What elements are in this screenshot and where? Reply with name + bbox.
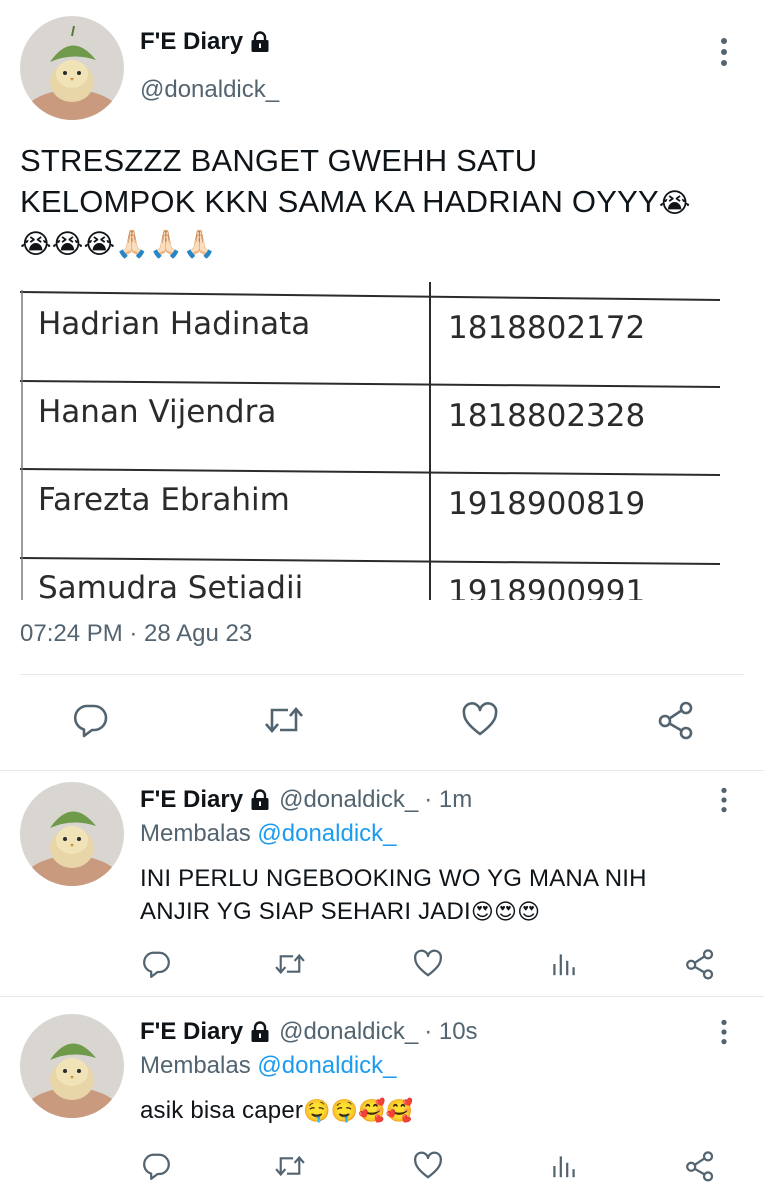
table-cell-number: 1818802172 — [448, 310, 645, 346]
reply-icon — [143, 951, 170, 978]
table-cell-number: 1918900991 — [448, 574, 645, 600]
more-icon[interactable] — [714, 36, 734, 68]
lock-icon — [249, 31, 271, 53]
author-name-row[interactable]: F'E Diary @donaldick_ · 10s — [140, 1018, 478, 1046]
reply-text-line: ANJIR YG SIAP SEHARI JADI😍😍😍 — [140, 895, 740, 928]
tweet-image[interactable]: Hadrian Hadinata 1818802172 Hanan Vijendra… — [20, 282, 720, 600]
analytics-button[interactable] — [546, 946, 582, 982]
table-cell-name: Samudra Setiadii — [38, 570, 303, 600]
avatar[interactable] — [20, 1014, 124, 1118]
replying-to-link[interactable]: @donaldick_ — [257, 1052, 396, 1079]
table-cell-name: Hadrian Hadinata — [38, 306, 310, 342]
reply-text: asik bisa caper🤤🤤🥰🥰 — [140, 1094, 740, 1127]
author-name-row[interactable]: F'E Diary @donaldick_ · 1m — [140, 786, 472, 814]
display-name[interactable]: F'E Diary — [140, 1018, 243, 1046]
analytics-icon — [553, 954, 575, 976]
reply-button[interactable] — [138, 1148, 174, 1184]
main-tweet: F'E Diary @donaldick_ STRESZZZ BANGET GW… — [0, 0, 764, 770]
tweet-text: STRESZZZ BANGET GWEHH SATU KELOMPOK KKN … — [20, 140, 750, 265]
tweet-text-line: STRESZZZ BANGET GWEHH SATU — [20, 143, 538, 178]
table-cell-number: 1918900819 — [448, 486, 645, 522]
like-icon — [462, 702, 498, 736]
avatar-image — [20, 1014, 124, 1118]
reply-text-line: asik bisa caper🤤🤤🥰🥰 — [140, 1094, 740, 1127]
share-button[interactable] — [682, 1148, 718, 1184]
table-cell-name: Farezta Ebrahim — [38, 482, 290, 518]
tweet-text-line-words: KELOMPOK KKN SAMA KA HADRIAN OYYY — [20, 184, 659, 219]
reply-time[interactable]: · 10s — [424, 1018, 477, 1046]
share-icon — [658, 701, 693, 740]
retweet-button[interactable] — [270, 946, 310, 982]
retweet-icon — [275, 953, 305, 975]
author-handle[interactable]: @donaldick_ — [140, 76, 279, 104]
reply-text-line-words: asik bisa caper — [140, 1097, 304, 1124]
share-icon — [686, 1151, 714, 1182]
like-button[interactable] — [456, 698, 504, 742]
table-cell-name: Hanan Vijendra — [38, 394, 276, 430]
reply-icon — [73, 704, 108, 738]
tweet-timestamp[interactable]: 07:24 PM · 28 Agu 23 — [20, 620, 252, 648]
divider — [0, 770, 764, 771]
reply-icon — [143, 1153, 170, 1180]
avatar-image — [20, 782, 124, 886]
author-name-row[interactable]: F'E Diary — [140, 28, 271, 56]
replying-to-link[interactable]: @donaldick_ — [257, 820, 396, 847]
like-button[interactable] — [410, 1148, 446, 1184]
replying-to-prefix: Membalas — [140, 1052, 251, 1079]
tweet-emoji-row: 😭😭😭🙏🏻🙏🏻🙏🏻 — [20, 229, 217, 259]
reply-text-line: INI PERLU NGEBOOKING WO YG MANA NIH — [140, 865, 647, 892]
avatar[interactable] — [20, 16, 124, 120]
analytics-icon — [553, 1156, 575, 1178]
share-icon — [686, 949, 714, 980]
reply-button[interactable] — [138, 946, 174, 982]
replying-to: Membalas @donaldick_ — [140, 820, 397, 848]
reply-text-line-words: ANJIR YG SIAP SEHARI JADI — [140, 898, 471, 925]
divider — [0, 996, 764, 997]
table-cell-number: 1818802328 — [448, 398, 645, 434]
reply-time[interactable]: · 1m — [424, 786, 472, 814]
reply-emoji: 😍😍😍 — [470, 899, 541, 924]
more-icon[interactable] — [714, 786, 734, 818]
lock-icon — [249, 789, 271, 811]
like-icon — [414, 1151, 442, 1179]
reply-text: INI PERLU NGEBOOKING WO YG MANA NIH ANJI… — [140, 862, 740, 928]
retweet-button[interactable] — [258, 698, 310, 742]
share-button[interactable] — [652, 698, 700, 742]
tweet-text-line: KELOMPOK KKN SAMA KA HADRIAN OYYY😭 — [20, 181, 750, 224]
more-icon[interactable] — [714, 1018, 734, 1050]
like-button[interactable] — [410, 946, 446, 982]
display-name[interactable]: F'E Diary — [140, 786, 243, 814]
analytics-button[interactable] — [546, 1148, 582, 1184]
replying-to: Membalas @donaldick_ — [140, 1052, 397, 1080]
author-handle[interactable]: @donaldick_ — [279, 1018, 418, 1046]
share-button[interactable] — [682, 946, 718, 982]
avatar-image — [20, 16, 124, 120]
like-icon — [414, 949, 442, 977]
author-handle[interactable]: @donaldick_ — [279, 786, 418, 814]
retweet-button[interactable] — [270, 1148, 310, 1184]
display-name[interactable]: F'E Diary — [140, 28, 243, 56]
reply-button[interactable] — [66, 698, 114, 742]
divider — [20, 674, 744, 675]
replying-to-prefix: Membalas — [140, 820, 251, 847]
retweet-icon — [275, 1155, 305, 1177]
retweet-icon — [265, 707, 303, 733]
tweet-emoji: 😭 — [658, 188, 691, 218]
avatar[interactable] — [20, 782, 124, 886]
reply-emoji: 🤤🤤🥰🥰 — [303, 1098, 414, 1123]
attachment-table: Hadrian Hadinata 1818802172 Hanan Vijendra… — [20, 282, 720, 600]
lock-icon — [249, 1021, 271, 1043]
